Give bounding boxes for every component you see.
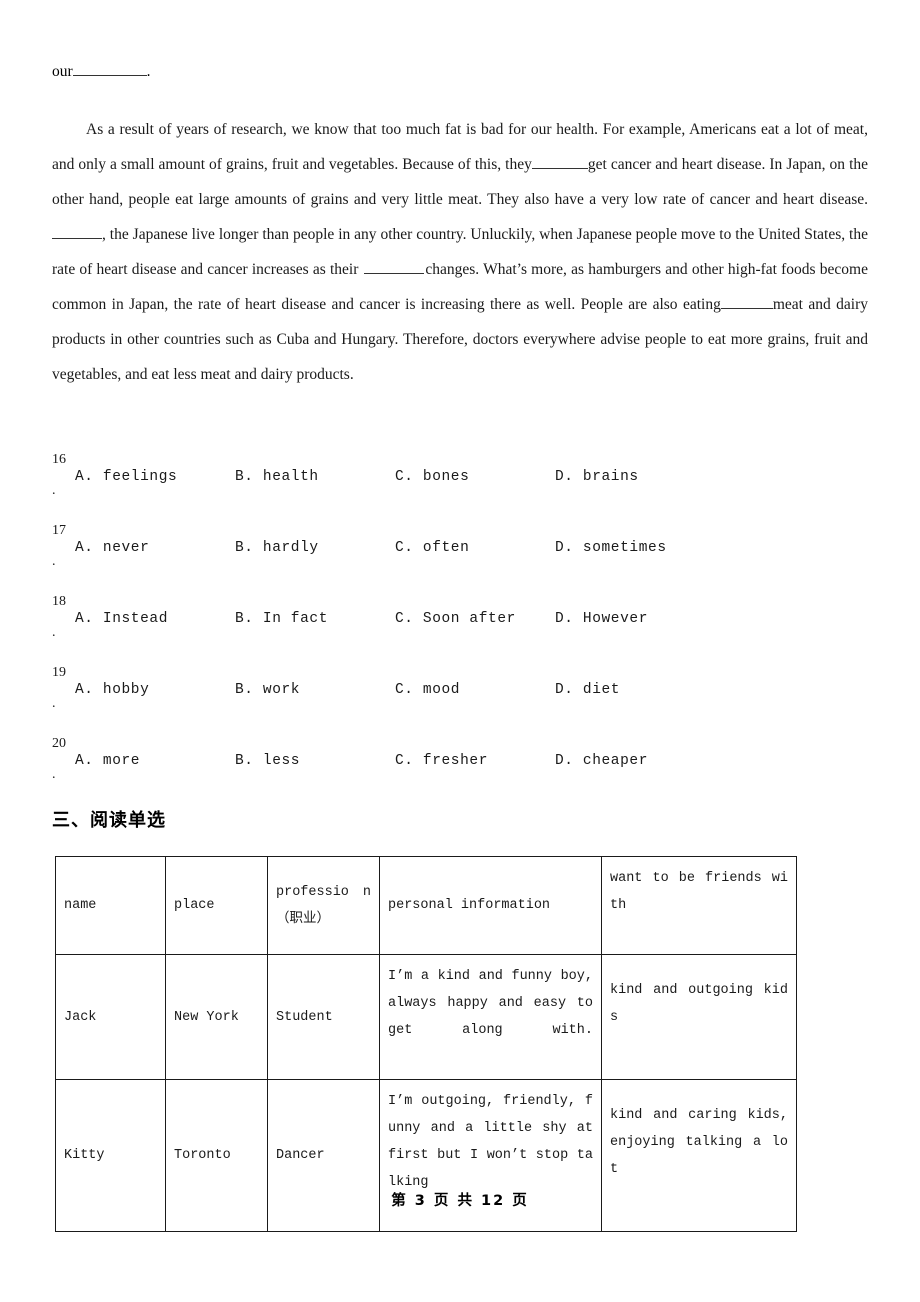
option-d[interactable]: D. diet (555, 679, 620, 701)
option-c[interactable]: C. Soon after (395, 608, 516, 630)
question-options: A. feelings B. health C. bones D. brains (75, 466, 865, 490)
question-16: 16 . A. feelings B. health C. bones D. b… (52, 452, 872, 523)
page-footer: 第 3 页 共 12 页 (391, 1193, 529, 1209)
header-profession: professio n（职业） (267, 856, 380, 955)
table-row: Jack New York Student I’m a kind and fun… (55, 954, 797, 1080)
fragment-text-after: . (146, 63, 151, 80)
question-options: A. hobby B. work C. mood D. diet (75, 679, 865, 703)
passage-fragment-top: our. (52, 58, 872, 86)
question-options: A. never B. hardly C. often D. sometimes (75, 537, 865, 561)
question-number-digits: 17 (52, 523, 66, 538)
option-a[interactable]: A. hobby (75, 679, 149, 701)
header-name: name (55, 856, 166, 955)
option-c[interactable]: C. often (395, 537, 469, 559)
fill-in-blank-17[interactable] (52, 224, 102, 239)
option-c[interactable]: C. mood (395, 679, 460, 701)
option-a[interactable]: A. more (75, 750, 140, 772)
question-number-digits: 18 (52, 594, 66, 609)
table-header-row: name place professio n（职业） personal info… (55, 856, 797, 955)
question-list: 16 . A. feelings B. health C. bones D. b… (52, 452, 872, 807)
option-a[interactable]: A. Instead (75, 608, 168, 630)
question-options: A. Instead B. In fact C. Soon after D. H… (75, 608, 865, 632)
question-19: 19 . A. hobby B. work C. mood D. diet (52, 665, 872, 736)
cell-place: New York (165, 954, 268, 1080)
fill-in-blank-19[interactable] (720, 294, 773, 309)
question-number-digits: 20 (52, 736, 66, 751)
question-number-digits: 16 (52, 452, 66, 467)
option-c[interactable]: C. bones (395, 466, 469, 488)
option-a[interactable]: A. never (75, 537, 149, 559)
option-b[interactable]: B. health (235, 466, 319, 488)
option-b[interactable]: B. work (235, 679, 300, 701)
question-17: 17 . A. never B. hardly C. often D. some… (52, 523, 872, 594)
option-d[interactable]: D. brains (555, 466, 639, 488)
header-want-to-be-friends-with: want to be friends with (601, 856, 797, 955)
fragment-text-before: our (52, 63, 73, 80)
fill-in-blank[interactable] (72, 61, 147, 76)
option-d[interactable]: D. However (555, 608, 648, 630)
option-b[interactable]: B. hardly (235, 537, 319, 559)
cell-profession: Student (267, 954, 380, 1080)
cell-want-to-be-friends-with: kind and outgoing kids (601, 954, 797, 1080)
cell-name: Jack (55, 954, 166, 1080)
option-b[interactable]: B. less (235, 750, 300, 772)
fill-in-blank-16[interactable] (531, 154, 588, 169)
question-options: A. more B. less C. fresher D. cheaper (75, 750, 865, 774)
option-a[interactable]: A. feelings (75, 466, 177, 488)
question-18: 18 . A. Instead B. In fact C. Soon after… (52, 594, 872, 665)
cloze-passage: As a result of years of research, we kno… (52, 112, 868, 392)
option-c[interactable]: C. fresher (395, 750, 488, 772)
option-b[interactable]: B. In fact (235, 608, 328, 630)
question-number-digits: 19 (52, 665, 66, 680)
section-heading-reading: 三、阅读单选 (52, 810, 166, 831)
option-d[interactable]: D. sometimes (555, 537, 667, 559)
header-place: place (165, 856, 268, 955)
header-personal-information: personal information (379, 856, 602, 955)
option-d[interactable]: D. cheaper (555, 750, 648, 772)
exam-page: our. As a result of years of research, w… (0, 0, 920, 1302)
question-20: 20 . A. more B. less C. fresher D. cheap… (52, 736, 872, 807)
friend-info-table: name place professio n（职业） personal info… (55, 856, 797, 1232)
fill-in-blank-18[interactable] (364, 259, 425, 274)
cell-personal-information: I’m a kind and funny boy, always happy a… (379, 954, 602, 1080)
